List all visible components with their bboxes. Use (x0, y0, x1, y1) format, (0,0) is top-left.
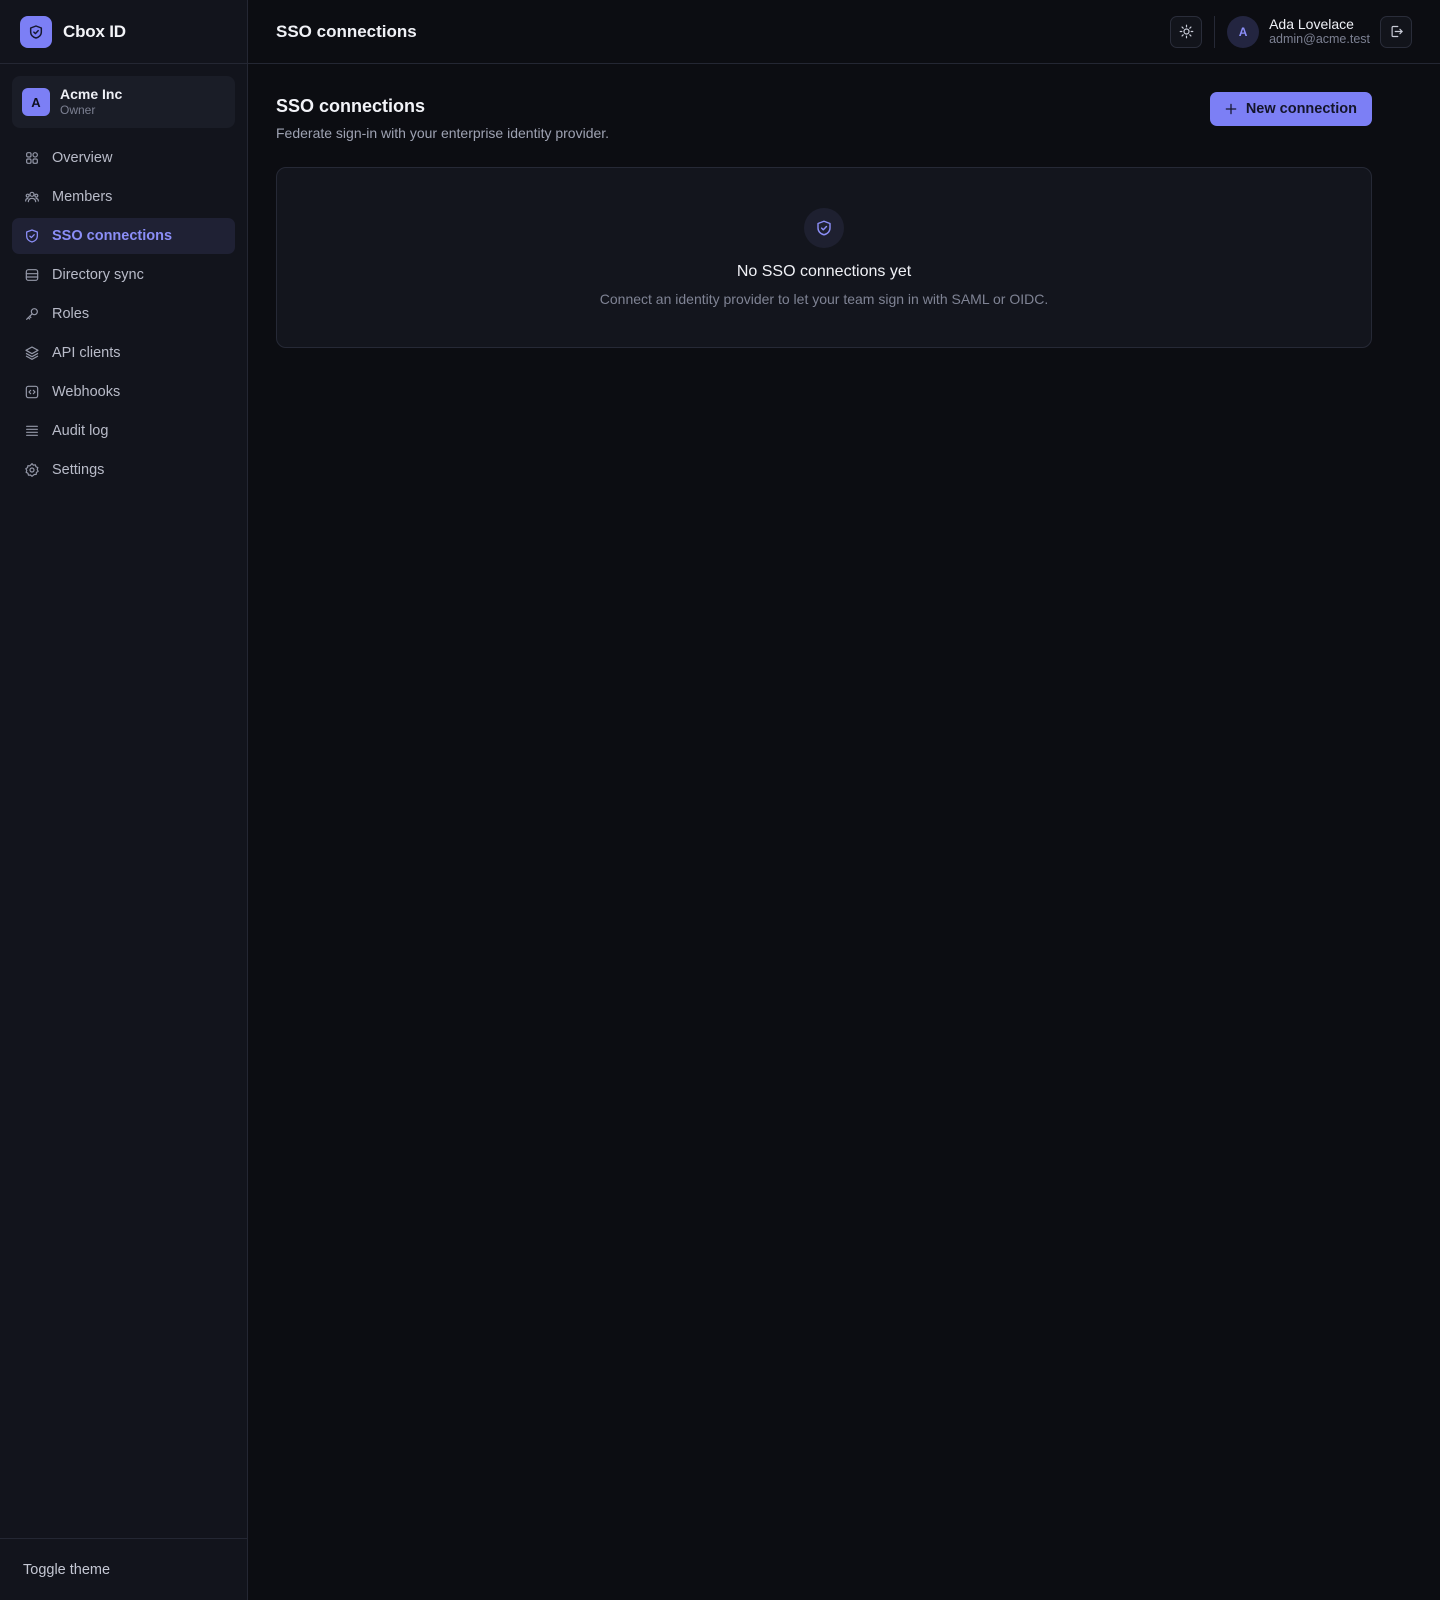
main-area: SSO connections A Ada Lovelace admin@acm… (248, 0, 1440, 1600)
sidebar-footer: Toggle theme (0, 1538, 247, 1600)
brand-name: Cbox ID (63, 21, 126, 41)
app-shell: Cbox ID A Acme Inc Owner Overview Member… (0, 0, 1440, 1600)
sidebar-item-overview[interactable]: Overview (12, 140, 235, 176)
database-icon (24, 267, 40, 283)
theme-toggle-button[interactable] (1170, 15, 1203, 48)
sidebar-item-members[interactable]: Members (12, 179, 235, 215)
user-menu[interactable]: A Ada Lovelace admin@acme.test (1227, 15, 1370, 48)
sidebar-item-directory-sync[interactable]: Directory sync (12, 257, 235, 293)
sidebar-item-api-clients[interactable]: API clients (12, 335, 235, 371)
empty-state-title: No SSO connections yet (736, 263, 912, 280)
new-connection-label: New connection (1245, 101, 1357, 117)
page-title: SSO connections (276, 96, 426, 116)
sidebar-item-label: Members (52, 189, 113, 205)
grid-icon (24, 150, 40, 166)
org-avatar: A (22, 88, 50, 116)
sidebar: Cbox ID A Acme Inc Owner Overview Member… (0, 0, 248, 1600)
avatar: A (1227, 15, 1260, 48)
gear-icon (24, 462, 40, 478)
sidebar-item-label: API clients (52, 345, 121, 361)
logout-button[interactable] (1380, 15, 1412, 48)
sun-icon (1179, 24, 1194, 39)
sidebar-item-label: Settings (52, 462, 105, 478)
shield-check-icon (24, 228, 40, 244)
empty-state-card: No SSO connections yet Connect an identi… (276, 167, 1372, 348)
user-name: Ada Lovelace (1269, 15, 1354, 32)
sidebar-item-settings[interactable]: Settings (12, 452, 235, 488)
user-text: Ada Lovelace admin@acme.test (1269, 16, 1370, 48)
toggle-theme-button[interactable]: Toggle theme (23, 1562, 110, 1578)
code-square-icon (24, 384, 40, 400)
page-header: SSO connections Federate sign-in with yo… (276, 92, 1372, 141)
plus-icon (1224, 102, 1238, 116)
key-icon (24, 306, 40, 322)
sidebar-item-label: SSO connections (52, 228, 173, 244)
shield-check-icon (804, 208, 844, 248)
sidebar-item-label: Webhooks (52, 384, 121, 400)
sidebar-item-label: Overview (52, 150, 113, 166)
users-icon (24, 189, 40, 205)
sidebar-item-roles[interactable]: Roles (12, 296, 235, 332)
org-text: Acme Inc Owner (60, 86, 122, 119)
sidebar-item-webhooks[interactable]: Webhooks (12, 374, 235, 410)
sidebar-item-audit-log[interactable]: Audit log (12, 413, 235, 449)
sidebar-item-label: Audit log (52, 423, 109, 439)
logout-icon (1389, 24, 1404, 39)
content: SSO connections Federate sign-in with yo… (248, 64, 1440, 348)
brand[interactable]: Cbox ID (0, 0, 247, 64)
user-email: admin@acme.test (1269, 32, 1370, 47)
org-name: Acme Inc (60, 85, 123, 102)
page-title-header: SSO connections (276, 21, 417, 41)
topbar: SSO connections A Ada Lovelace admin@acm… (248, 0, 1440, 64)
page-heading-block: SSO connections Federate sign-in with yo… (276, 94, 609, 141)
sidebar-item-sso-connections[interactable]: SSO connections (12, 218, 235, 254)
empty-state-description: Connect an identity provider to let your… (599, 291, 1049, 307)
new-connection-button[interactable]: New connection (1209, 92, 1372, 126)
sidebar-item-label: Roles (52, 306, 90, 322)
org-role: Owner (60, 103, 96, 118)
sidebar-nav: Overview Members SSO connections Directo… (0, 140, 247, 488)
list-icon (24, 423, 40, 439)
divider (1214, 15, 1216, 48)
page-subtitle: Federate sign-in with your enterprise id… (276, 125, 610, 141)
layers-icon (24, 345, 40, 361)
shield-check-icon (20, 15, 52, 48)
sidebar-item-label: Directory sync (52, 267, 144, 283)
org-switcher[interactable]: A Acme Inc Owner (12, 76, 235, 128)
